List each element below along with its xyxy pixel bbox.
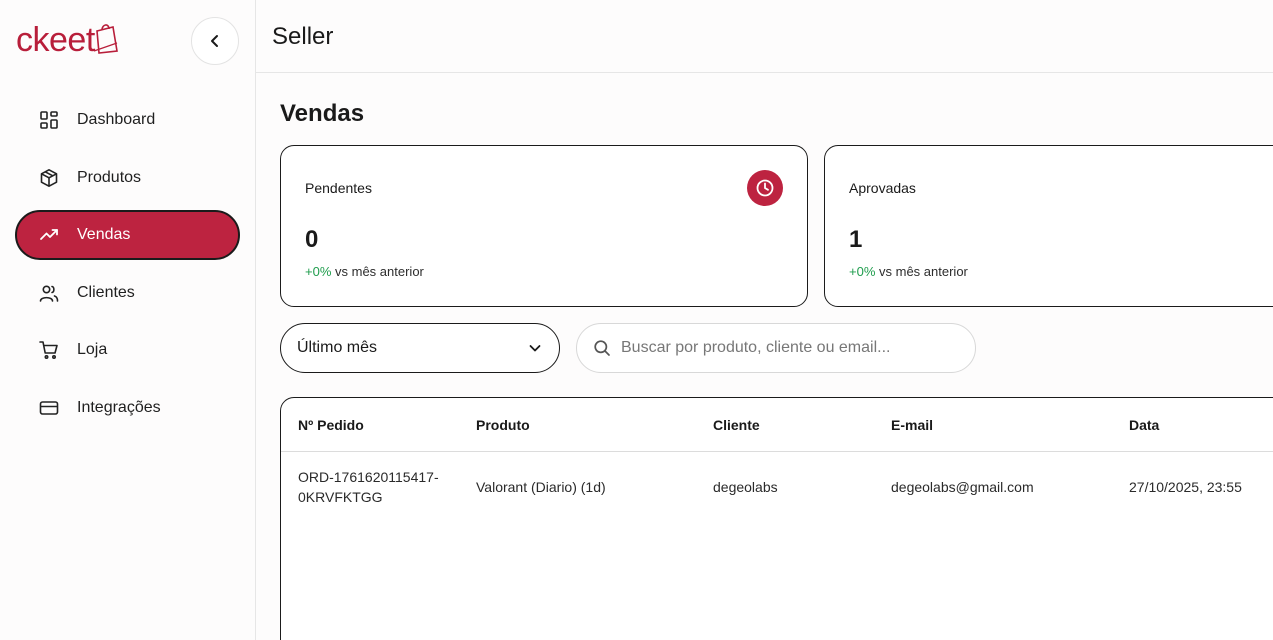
order-id-part: 0KRVFKTGG (298, 489, 383, 505)
stat-card-aprovadas: Aprovadas 1 +0% vs mês anterior (824, 145, 1273, 307)
shopping-bag-logo-icon (93, 24, 118, 54)
cart-icon (39, 340, 59, 360)
chevron-left-icon (211, 35, 218, 47)
card-delta: +0% vs mês anterior (305, 264, 424, 279)
column-header-client[interactable]: Cliente (713, 417, 760, 433)
header-title: Seller (272, 23, 334, 50)
search-input[interactable] (621, 339, 961, 357)
sidebar-item-dashboard[interactable]: Dashboard (15, 95, 240, 145)
stat-card-pendentes: Pendentes 0 +0% vs mês anterior (280, 145, 808, 307)
sidebar-item-produtos[interactable]: Produtos (15, 153, 240, 203)
column-header-order[interactable]: Nº Pedido (298, 417, 364, 433)
delta-suffix: vs mês anterior (335, 264, 424, 279)
sidebar-nav: Dashboard Produtos Vendas Clientes Loja … (15, 95, 240, 440)
collapse-sidebar-button[interactable] (191, 17, 239, 65)
search-icon (594, 340, 610, 356)
top-header: Seller (256, 0, 1273, 73)
brand-name: ckeet (16, 21, 95, 59)
column-header-product[interactable]: Produto (476, 417, 530, 433)
sidebar-item-label: Loja (77, 341, 108, 358)
sidebar-item-clientes[interactable]: Clientes (15, 268, 240, 318)
sidebar-item-label: Clientes (77, 283, 135, 301)
app: ckeet Dashboard Produtos Vendas Clientes… (0, 0, 1273, 640)
delta-suffix: vs mês anterior (879, 264, 968, 279)
card-value: 1 (849, 226, 863, 253)
dashboard-icon (39, 110, 59, 130)
brand-logo[interactable]: ckeet (16, 20, 119, 60)
card-delta: +0% vs mês anterior (849, 264, 968, 279)
email-cell: degeolabs@gmail.com (891, 479, 1034, 495)
sidebar-item-integracoes[interactable]: Integrações (15, 383, 240, 433)
date-cell: 27/10/2025, 23:55 (1129, 479, 1242, 495)
product-cell: Valorant (Diario) (1d) (476, 479, 606, 495)
delta-percent: +0% (305, 264, 332, 279)
order-id-part: ORD-1761620115417- (298, 469, 439, 485)
period-select[interactable]: Último mês (280, 323, 560, 373)
credit-card-icon (39, 398, 59, 418)
column-header-date[interactable]: Data (1129, 417, 1159, 433)
sidebar-item-label: Dashboard (77, 111, 156, 128)
card-label: Aprovadas (849, 180, 916, 196)
sidebar-item-label: Vendas (77, 226, 131, 243)
trending-up-icon (39, 225, 59, 245)
sidebar-item-label: Integrações (77, 398, 161, 416)
order-id-cell: ORD-1761620115417- 0KRVFKTGG (298, 467, 439, 507)
sidebar: ckeet Dashboard Produtos Vendas Clientes… (0, 0, 256, 640)
card-value: 0 (305, 226, 319, 253)
client-cell: degeolabs (713, 479, 778, 495)
search-box[interactable] (576, 323, 976, 373)
orders-table: Nº Pedido Produto Cliente E-mail Data OR… (280, 397, 1273, 640)
sidebar-item-vendas[interactable]: Vendas (15, 210, 240, 260)
period-select-value: Último mês (297, 339, 378, 356)
card-label: Pendentes (305, 180, 372, 196)
page-title: Vendas (280, 100, 365, 127)
clock-icon (747, 170, 783, 206)
delta-percent: +0% (849, 264, 876, 279)
sidebar-item-label: Produtos (77, 168, 142, 186)
users-icon (39, 283, 59, 303)
table-header: Nº Pedido Produto Cliente E-mail Data (281, 398, 1273, 452)
sidebar-item-loja[interactable]: Loja (15, 325, 240, 375)
package-icon (39, 168, 59, 188)
column-header-email[interactable]: E-mail (891, 417, 933, 433)
chevron-down-icon (529, 345, 541, 352)
